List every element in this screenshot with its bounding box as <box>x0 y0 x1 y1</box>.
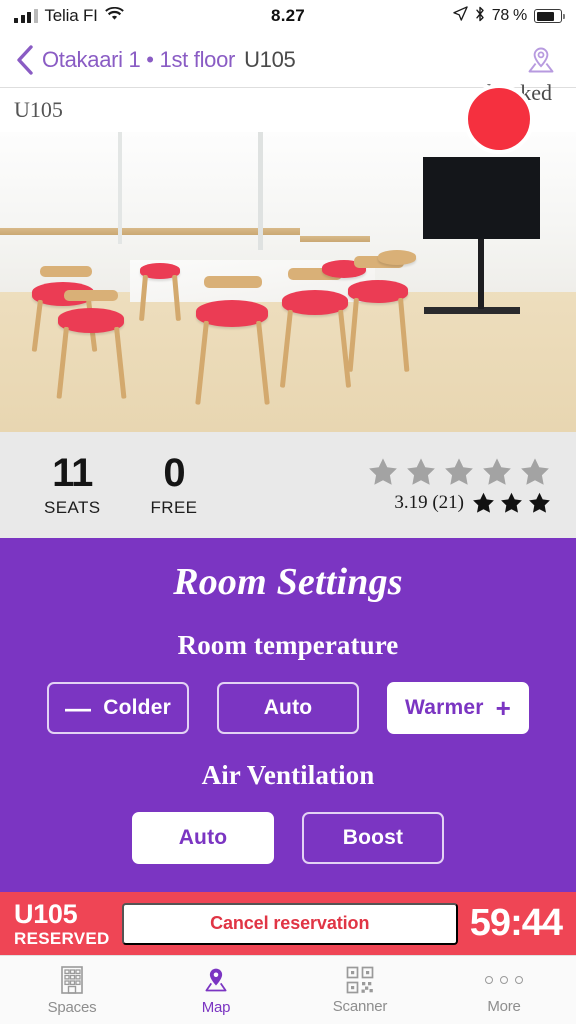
tab-more[interactable]: More <box>432 956 576 1024</box>
seats-label: SEATS <box>44 497 101 517</box>
status-indicator-dot <box>464 84 534 154</box>
tab-scanner[interactable]: Scanner <box>288 956 432 1024</box>
air-ventilation-heading: Air Ventilation <box>201 760 375 790</box>
tab-map[interactable]: Map <box>144 956 288 1024</box>
map-pin-icon[interactable] <box>522 41 560 79</box>
ventilation-auto-label: Auto <box>178 826 228 849</box>
minus-icon: — <box>65 693 92 723</box>
room-photo-image[interactable] <box>0 132 576 432</box>
plus-icon: + <box>495 693 511 723</box>
colder-label: Colder <box>103 696 171 719</box>
star-icon[interactable] <box>518 456 552 488</box>
status-bar: Telia FI 8.27 78 % <box>0 0 576 32</box>
bottom-tab-bar: Spaces Map Scanner More <box>0 955 576 1024</box>
ventilation-boost-label: Boost <box>342 826 404 849</box>
room-settings-panel: Room Settings Room temperature — Colder … <box>0 538 576 892</box>
tab-scanner-label: Scanner <box>332 997 388 1015</box>
status-bar-right: 78 % <box>453 6 565 27</box>
reservation-bar: U105 RESERVED Cancel reservation 59:44 <box>0 892 576 955</box>
colder-button[interactable]: — Colder <box>47 682 189 734</box>
cancel-reservation-button[interactable]: Cancel reservation <box>121 902 458 945</box>
map-pin-icon <box>205 968 227 991</box>
star-icon <box>529 492 550 513</box>
building-icon <box>61 965 83 994</box>
star-icon[interactable] <box>442 456 476 488</box>
reservation-state: RESERVED <box>14 928 110 948</box>
room-photo-label: U105 <box>14 97 63 122</box>
seats-stat: 11 SEATS <box>44 453 100 518</box>
free-value: 0 <box>163 450 185 495</box>
tab-spaces-label: Spaces <box>47 998 97 1016</box>
star-icon <box>473 492 494 513</box>
rating-summary: 3.19 (21) <box>394 491 552 515</box>
app-screen: Telia FI 8.27 78 % Otakaari 1 • 1st floo… <box>0 0 576 1024</box>
rating-value: 3.19 (21) <box>394 491 464 513</box>
temperature-auto-button[interactable]: Auto <box>217 682 359 734</box>
ventilation-boost-button[interactable]: Boost <box>302 812 444 864</box>
star-icon <box>501 492 522 513</box>
rating-section: 3.19 (21) <box>366 456 552 515</box>
warmer-button[interactable]: Warmer + <box>387 682 529 734</box>
seats-value: 11 <box>52 450 93 495</box>
temperature-controls: — Colder Auto Warmer + <box>47 682 529 734</box>
location-arrow-icon <box>453 6 468 26</box>
ellipsis-icon <box>485 966 523 994</box>
star-icon[interactable] <box>404 456 438 488</box>
room-temperature-heading: Room temperature <box>177 630 399 660</box>
reservation-room-info: U105 RESERVED <box>14 898 110 948</box>
bluetooth-icon <box>475 6 485 27</box>
breadcrumb[interactable]: Otakaari 1 • 1st floor <box>42 47 235 73</box>
room-photo-section: U105 booked <box>0 80 576 432</box>
back-chevron-icon[interactable] <box>16 44 42 75</box>
ventilation-controls: Auto Boost <box>132 812 444 864</box>
rating-display-stars <box>471 491 552 515</box>
page-title: U105 <box>244 46 296 72</box>
free-label: FREE <box>150 497 198 517</box>
temperature-auto-label: Auto <box>263 696 313 719</box>
battery-percent-label: 78 % <box>491 7 528 24</box>
tab-spaces[interactable]: Spaces <box>0 956 144 1024</box>
warmer-label: Warmer <box>404 696 484 719</box>
tab-more-label: More <box>487 997 521 1015</box>
star-icon[interactable] <box>366 456 400 488</box>
reservation-room: U105 <box>14 898 78 929</box>
tab-map-label: Map <box>201 998 231 1016</box>
ventilation-auto-button[interactable]: Auto <box>132 812 274 864</box>
battery-icon <box>534 9 565 23</box>
room-settings-title: Room Settings <box>173 561 403 603</box>
room-stats-bar: 11 SEATS 0 FREE 3.19 (21) <box>0 432 576 538</box>
qr-code-icon <box>346 966 374 993</box>
reservation-timer: 59:44 <box>469 902 563 944</box>
star-icon[interactable] <box>480 456 514 488</box>
free-stat: 0 FREE <box>150 453 197 518</box>
rating-input-stars[interactable] <box>366 456 552 488</box>
